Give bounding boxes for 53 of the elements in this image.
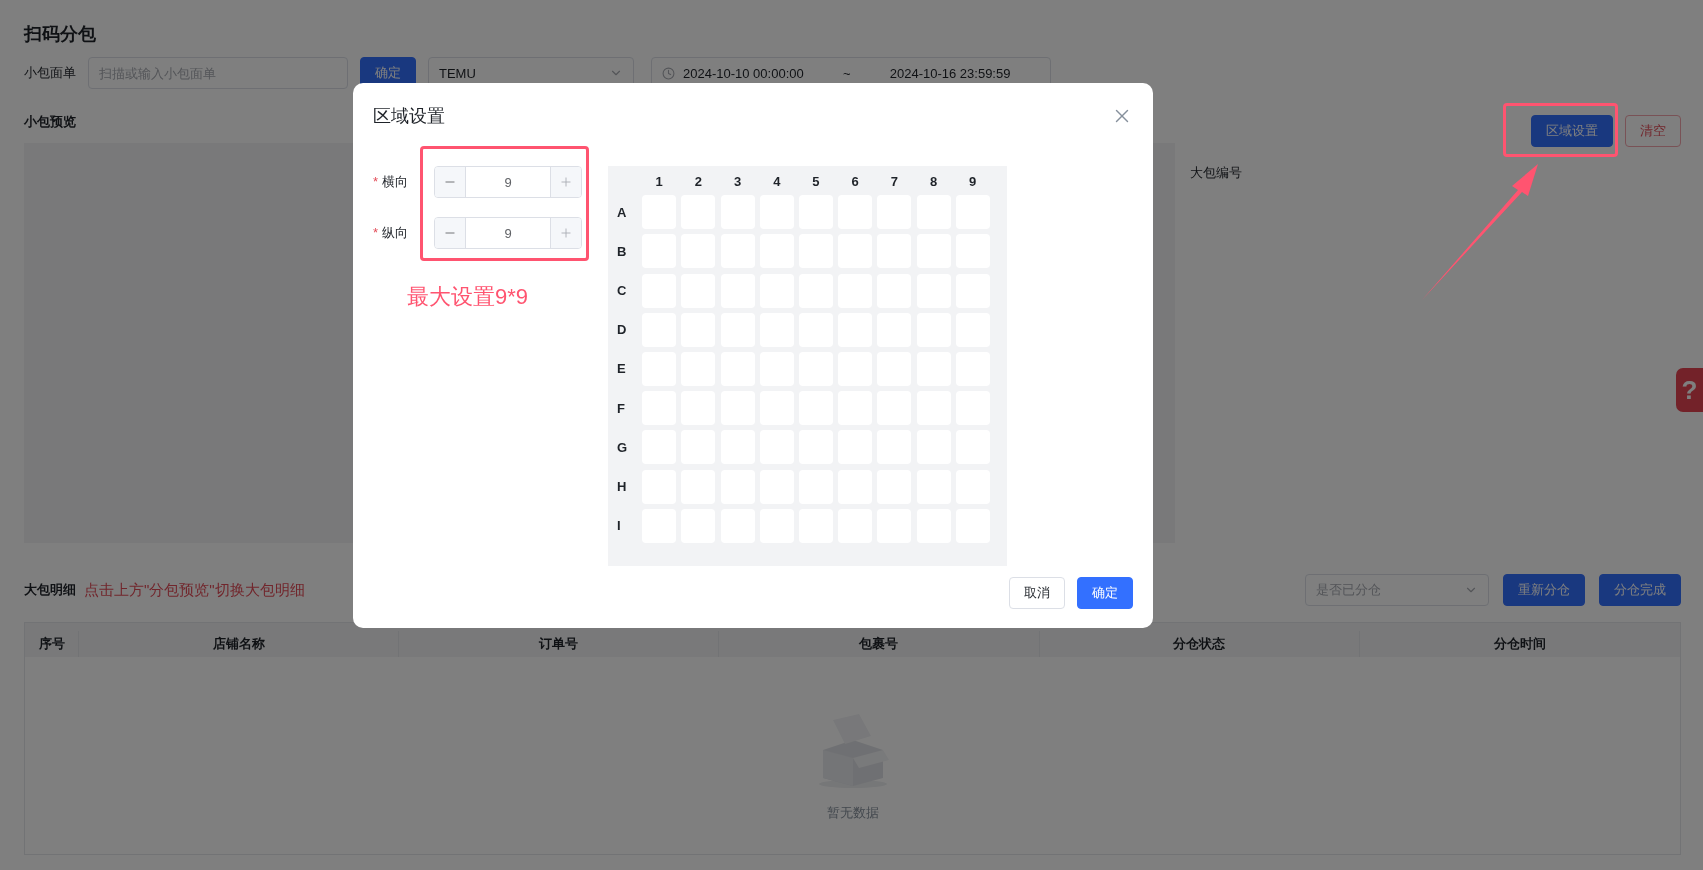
field-label: * 横向 xyxy=(373,173,410,191)
section-title: 大包明细 xyxy=(24,581,76,599)
annotation-text: 最大设置9*9 xyxy=(407,283,529,311)
row-label: C xyxy=(617,282,628,301)
decrement-button[interactable] xyxy=(435,218,465,248)
increment-button[interactable] xyxy=(551,167,581,197)
toolbar-button[interactable]: 清空 xyxy=(1625,115,1681,147)
row-label: H xyxy=(617,478,628,496)
number-stepper[interactable]: 9 xyxy=(434,217,582,249)
row-label: D xyxy=(617,321,628,340)
field-label: * 纵向 xyxy=(373,224,410,242)
toolbar-button[interactable]: 区域设置 xyxy=(1531,115,1613,147)
column-label: 2 xyxy=(693,174,703,190)
column-label: 1 xyxy=(654,174,664,190)
number-stepper[interactable]: 9 xyxy=(434,166,582,198)
column-label: 4 xyxy=(772,174,782,190)
dialog-button[interactable]: 取消 xyxy=(1009,577,1065,609)
column-label: 5 xyxy=(811,174,821,190)
column-header: 包裹号 xyxy=(719,631,1040,657)
row-label: I xyxy=(617,517,622,536)
column-label: 6 xyxy=(850,174,860,190)
column-label: 7 xyxy=(889,174,899,190)
column-header: 序号 xyxy=(25,631,79,657)
row-label: A xyxy=(617,203,628,222)
increment-button[interactable] xyxy=(551,218,581,248)
column-header: 店铺名称 xyxy=(79,631,400,657)
row-label: F xyxy=(617,399,626,418)
end-date: 2024-10-16 23:59:59 xyxy=(889,65,1011,81)
column-label: 9 xyxy=(968,174,978,190)
row-label: G xyxy=(617,438,629,457)
action-button[interactable]: 重新分仓 xyxy=(1503,574,1585,606)
decrement-button[interactable] xyxy=(435,167,465,197)
column-header: 订单号 xyxy=(399,631,720,657)
row-label: E xyxy=(617,360,627,379)
action-button[interactable]: 分仓完成 xyxy=(1599,574,1681,606)
big-package-label: 大包编号 xyxy=(1190,165,1242,180)
hint-text: 点击上方"分包预览"切换大包明细 xyxy=(84,580,305,600)
column-header: 分仓状态 xyxy=(1039,631,1360,657)
field-label: 小包面单 xyxy=(24,64,76,82)
section-title: 小包预览 xyxy=(24,113,76,131)
start-date: 2024-10-10 00:00:00 xyxy=(683,65,804,81)
column-label: 8 xyxy=(928,174,939,190)
row-label: B xyxy=(617,242,628,261)
column-header: 分仓时间 xyxy=(1492,635,1547,653)
dialog-title: 区域设置 xyxy=(373,105,445,128)
range-separator: ~ xyxy=(841,65,852,81)
clock-icon xyxy=(662,66,675,80)
column-label: 3 xyxy=(732,174,743,190)
dialog-button[interactable]: 确定 xyxy=(1077,577,1133,609)
plus-icon xyxy=(559,226,573,240)
page-title: 扫码分包 xyxy=(24,23,97,46)
help-button[interactable]: ? xyxy=(1676,368,1703,412)
plus-icon xyxy=(559,175,573,189)
